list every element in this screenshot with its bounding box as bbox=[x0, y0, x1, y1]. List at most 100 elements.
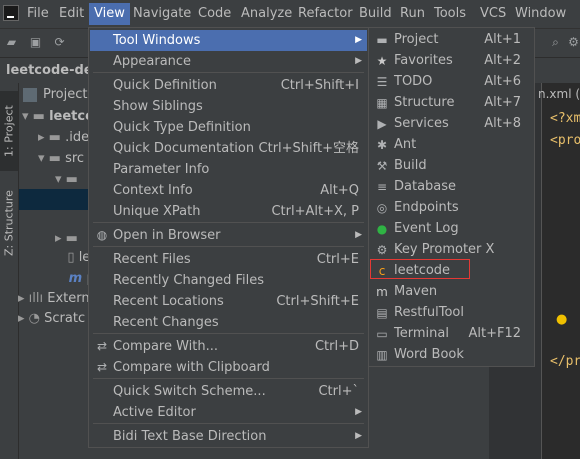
view-menu-item-recent-files[interactable]: Recent Files Ctrl+E bbox=[90, 249, 367, 270]
tool-window-item-maven[interactable]: m Maven bbox=[370, 281, 533, 302]
view-menu-item-parameter-info[interactable]: Parameter Info bbox=[90, 159, 367, 180]
tree-item-external-libraries[interactable]: ▸ ıllı Extern bbox=[18, 291, 98, 312]
submenu-arrow-icon: ▶ bbox=[355, 407, 362, 417]
tab-structure[interactable]: Z: Structure bbox=[0, 179, 18, 267]
menu-item-label: Context Info bbox=[113, 183, 193, 198]
intention-bulb-icon[interactable]: ● bbox=[556, 312, 567, 327]
menu-window[interactable]: Window bbox=[515, 6, 566, 21]
view-menu-item-recently-changed-files[interactable]: Recently Changed Files bbox=[90, 270, 367, 291]
menu-item-label: Unique XPath bbox=[113, 204, 201, 219]
tool-window-item-event-log[interactable]: ● Event Log bbox=[370, 218, 533, 239]
view-menu-item-active-editor[interactable]: Active Editor ▶ bbox=[90, 402, 367, 423]
view-menu-item-appearance[interactable]: Appearance ▶ bbox=[90, 51, 367, 72]
menu-item-label: Services bbox=[394, 116, 449, 131]
tool-window-item-structure[interactable]: ▦ Structure Alt+7 bbox=[370, 92, 533, 113]
view-menu-item-quick-type-definition[interactable]: Quick Type Definition bbox=[90, 117, 367, 138]
menu-vcs[interactable]: VCS bbox=[480, 6, 506, 21]
menu-item-shortcut: Ctrl+Alt+X, P bbox=[271, 204, 359, 219]
view-menu-item-recent-changes[interactable]: Recent Changes bbox=[90, 312, 367, 333]
menu-item-shortcut: Alt+6 bbox=[484, 74, 521, 89]
menu-view[interactable]: View bbox=[89, 3, 130, 25]
menu-item-label: Parameter Info bbox=[113, 162, 210, 177]
menu-build[interactable]: Build bbox=[359, 6, 392, 21]
folder-icon: ▬ bbox=[376, 33, 388, 47]
view-menu-item-unique-xpath[interactable]: Unique XPath Ctrl+Alt+X, P bbox=[90, 201, 367, 222]
tree-item-scratches[interactable]: ▸ ◔ Scratc bbox=[18, 311, 98, 332]
tool-window-item-endpoints[interactable]: ◎ Endpoints bbox=[370, 197, 533, 218]
menu-run[interactable]: Run bbox=[400, 6, 425, 21]
sync-icon[interactable]: ⟳ bbox=[52, 36, 67, 49]
menu-code[interactable]: Code bbox=[198, 6, 231, 21]
tool-window-item-database[interactable]: ≡ Database bbox=[370, 176, 533, 197]
tool-window-item-project[interactable]: ▬ Project Alt+1 bbox=[370, 29, 533, 50]
menu-item-label: Bidi Text Base Direction bbox=[113, 429, 267, 444]
star-icon: ★ bbox=[376, 54, 388, 68]
view-menu-item-bidi-text-base-direction[interactable]: Bidi Text Base Direction ▶ bbox=[90, 426, 367, 447]
tool-window-item-word-book[interactable]: ▥ Word Book bbox=[370, 344, 533, 365]
tool-window-item-build[interactable]: ⚒ Build bbox=[370, 155, 533, 176]
menu-item-label: Tool Windows bbox=[113, 33, 201, 48]
menu-item-label: Key Promoter X bbox=[394, 242, 495, 257]
maven-icon: m bbox=[376, 285, 388, 299]
view-menu-item-compare-with[interactable]: ⇄ Compare With... Ctrl+D bbox=[90, 336, 367, 357]
menu-item-shortcut: Alt+Q bbox=[320, 183, 359, 198]
menu-item-shortcut: Alt+7 bbox=[484, 95, 521, 110]
view-menu-item-tool-windows[interactable]: Tool Windows ▶ bbox=[90, 30, 367, 51]
menu-item-label: Quick Switch Scheme... bbox=[113, 384, 266, 399]
editor-tab[interactable]: n.xml (le bbox=[538, 87, 580, 101]
menu-navigate[interactable]: Navigate bbox=[133, 6, 191, 21]
tool-window-item-ant[interactable]: ✱ Ant bbox=[370, 134, 533, 155]
terminal-icon: ▭ bbox=[376, 327, 388, 341]
open-folder-icon[interactable]: ▰ bbox=[4, 36, 19, 49]
tool-window-item-todo[interactable]: ☰ TODO Alt+6 bbox=[370, 71, 533, 92]
menu-analyze[interactable]: Analyze bbox=[241, 6, 292, 21]
menu-item-label: Compare With... bbox=[113, 339, 219, 354]
menu-refactor[interactable]: Refactor bbox=[298, 6, 353, 21]
view-menu-item-show-siblings[interactable]: Show Siblings bbox=[90, 96, 367, 117]
view-menu-item-compare-with-clipboard[interactable]: ⇄ Compare with Clipboard bbox=[90, 357, 367, 378]
menu-separator bbox=[93, 423, 364, 424]
menu-item-label: Recent Changes bbox=[113, 315, 219, 330]
menu-item-label: Quick Definition bbox=[113, 78, 217, 93]
menu-item-label: Compare with Clipboard bbox=[113, 360, 270, 375]
project-panel-title: Project bbox=[43, 87, 88, 102]
view-menu-item-context-info[interactable]: Context Info Alt+Q bbox=[90, 180, 367, 201]
code-line-2: <pro bbox=[550, 133, 580, 148]
key-promoter-icon: ⚙ bbox=[376, 243, 388, 257]
menu-item-label: Active Editor bbox=[113, 405, 196, 420]
event-log-icon: ● bbox=[376, 222, 388, 236]
view-menu-item-quick-definition[interactable]: Quick Definition Ctrl+Shift+I bbox=[90, 75, 367, 96]
menu-item-label: Quick Documentation bbox=[113, 141, 255, 156]
menu-item-label: Favorites bbox=[394, 53, 453, 68]
menu-edit[interactable]: Edit bbox=[59, 6, 84, 21]
submenu-arrow-icon: ▶ bbox=[355, 56, 362, 66]
menu-file[interactable]: File bbox=[27, 6, 49, 21]
view-menu-item-quick-switch-scheme[interactable]: Quick Switch Scheme... Ctrl+` bbox=[90, 381, 367, 402]
hammer-icon: ⚒ bbox=[376, 159, 388, 173]
tool-window-item-services[interactable]: ▶ Services Alt+8 bbox=[370, 113, 533, 134]
tool-window-item-restfultool[interactable]: ▤ RestfulTool bbox=[370, 302, 533, 323]
view-menu-item-recent-locations[interactable]: Recent Locations Ctrl+Shift+E bbox=[90, 291, 367, 312]
endpoints-icon: ◎ bbox=[376, 201, 388, 215]
menu-item-label: TODO bbox=[394, 74, 433, 89]
restful-tool-icon: ▤ bbox=[376, 306, 388, 320]
save-icon[interactable]: ▣ bbox=[28, 36, 43, 49]
menu-item-label: Project bbox=[394, 32, 439, 47]
tab-project[interactable]: 1: Project bbox=[0, 91, 18, 171]
tool-window-item-favorites[interactable]: ★ Favorites Alt+2 bbox=[370, 50, 533, 71]
menu-item-label: Database bbox=[394, 179, 457, 194]
settings-icon[interactable]: ⚙ bbox=[566, 36, 580, 49]
menu-item-shortcut: Ctrl+E bbox=[316, 252, 359, 267]
ant-icon: ✱ bbox=[376, 138, 388, 152]
view-menu-item-open-in-browser[interactable]: ◍ Open in Browser ▶ bbox=[90, 225, 367, 246]
menu-separator bbox=[93, 72, 364, 73]
tool-window-item-terminal[interactable]: ▭ Terminal Alt+F12 bbox=[370, 323, 533, 344]
menu-tools[interactable]: Tools bbox=[434, 6, 466, 21]
menu-separator bbox=[93, 333, 364, 334]
menu-item-label: Event Log bbox=[394, 221, 459, 236]
database-icon: ≡ bbox=[376, 180, 388, 194]
tool-window-item-key-promoter-x[interactable]: ⚙ Key Promoter X bbox=[370, 239, 533, 260]
search-everywhere-icon[interactable]: ⌕ bbox=[548, 36, 563, 49]
compare-icon: ⇄ bbox=[96, 339, 108, 353]
view-menu-item-quick-documentation[interactable]: Quick Documentation Ctrl+Shift+空格 bbox=[90, 138, 367, 159]
